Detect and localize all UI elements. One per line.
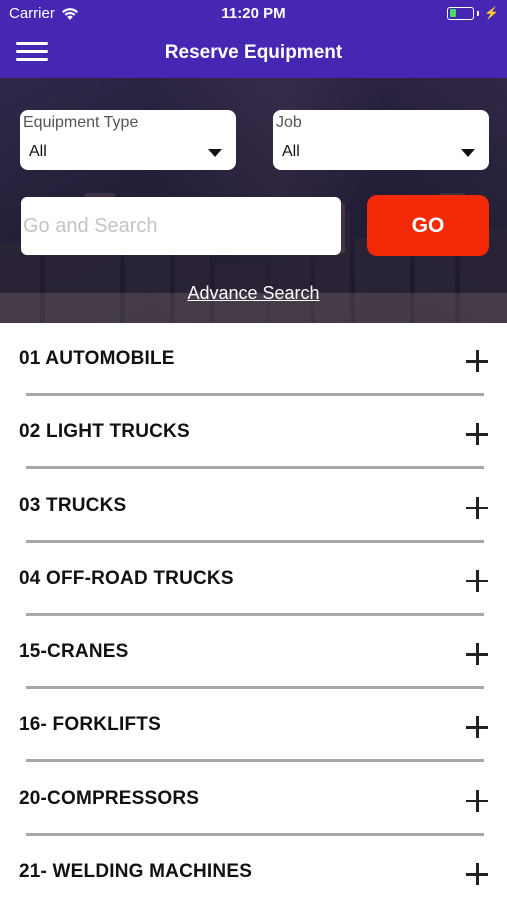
plus-expand-icon[interactable] <box>466 789 488 812</box>
job-value: All <box>282 143 300 160</box>
battery-icon <box>447 6 475 20</box>
plus-expand-icon[interactable] <box>466 569 488 592</box>
job-dropdown[interactable]: Job All <box>273 110 489 170</box>
category-item[interactable]: 02 LIGHT TRUCKS <box>0 396 507 470</box>
status-time: 11:20 PM <box>221 5 286 22</box>
advance-search-link[interactable]: Advance Search <box>0 283 507 304</box>
job-label: Job <box>276 114 302 131</box>
caret-down-icon <box>461 149 475 157</box>
category-item[interactable]: 01 AUTOMOBILE <box>0 323 507 396</box>
equipment-type-value: All <box>29 143 47 160</box>
equipment-category-list: 01 AUTOMOBILE 02 LIGHT TRUCKS 03 TRUCKS 04 … <box>0 323 507 900</box>
category-label: 02 LIGHT TRUCKS <box>19 421 190 443</box>
charging-bolt-icon: ⚡ <box>484 6 499 20</box>
battery-indicator: ⚡ <box>447 6 499 20</box>
category-item[interactable]: 20-COMPRESSORS <box>0 763 507 836</box>
category-item[interactable]: 03 TRUCKS <box>0 470 507 543</box>
plus-expand-icon[interactable] <box>466 496 488 519</box>
equipment-type-label: Equipment Type <box>23 114 139 131</box>
app-header: Carrier 11:20 PM ⚡ Reserve Equipment <box>0 0 507 78</box>
status-bar: Carrier 11:20 PM ⚡ <box>0 0 507 28</box>
category-label: 03 TRUCKS <box>19 494 127 516</box>
go-button[interactable]: GO <box>367 195 489 256</box>
caret-down-icon <box>208 149 222 157</box>
search-input[interactable] <box>21 197 341 255</box>
plus-expand-icon[interactable] <box>466 350 488 372</box>
category-label: 16- FORKLIFTS <box>19 714 161 736</box>
category-item[interactable]: 16- FORKLIFTS <box>0 689 507 763</box>
plus-expand-icon[interactable] <box>466 716 488 739</box>
category-label: 21- WELDING MACHINES <box>19 861 253 883</box>
category-item[interactable]: 04 OFF-ROAD TRUCKS <box>0 543 507 616</box>
category-label: 20-COMPRESSORS <box>19 787 200 809</box>
category-item[interactable]: 21- WELDING MACHINES <box>0 836 507 900</box>
category-label: 01 AUTOMOBILE <box>19 348 175 369</box>
page-title: Reserve Equipment <box>164 42 343 63</box>
equipment-type-dropdown[interactable]: Equipment Type All <box>20 110 236 170</box>
search-panel: Equipment Type All Job All GO Advance Se… <box>0 78 507 323</box>
plus-expand-icon[interactable] <box>466 863 488 886</box>
plus-expand-icon[interactable] <box>466 423 488 446</box>
category-item[interactable]: 15-CRANES <box>0 616 507 690</box>
plus-expand-icon[interactable] <box>466 643 488 666</box>
category-label: 04 OFF-ROAD TRUCKS <box>19 567 234 589</box>
category-label: 15-CRANES <box>19 641 129 663</box>
